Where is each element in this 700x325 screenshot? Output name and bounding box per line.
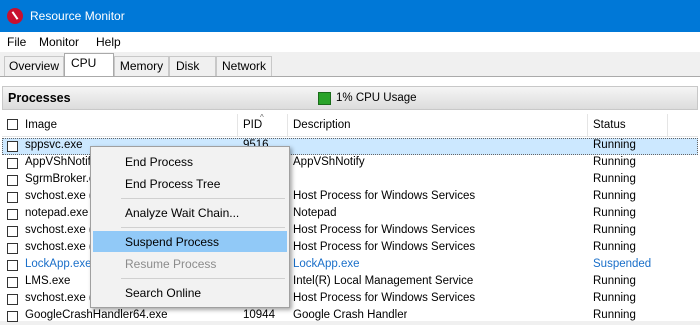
row-checkbox[interactable] <box>7 158 18 169</box>
row-checkbox[interactable] <box>7 277 18 288</box>
column-divider[interactable] <box>667 114 668 136</box>
status-cell: Running <box>593 241 636 253</box>
row-checkbox[interactable] <box>7 260 18 271</box>
column-status[interactable]: Status <box>593 119 626 131</box>
row-checkbox[interactable] <box>7 192 18 203</box>
column-divider[interactable] <box>287 114 288 136</box>
tab-overview[interactable]: Overview <box>4 56 64 76</box>
description-cell: Intel(R) Local Management Service <box>293 275 474 287</box>
image-cell: svchost.exe ( <box>25 190 93 202</box>
row-checkbox[interactable] <box>7 311 18 322</box>
status-cell: Running <box>593 173 636 185</box>
image-cell: svchost.exe ( <box>25 292 93 304</box>
description-cell: Host Process for Windows Services <box>293 241 476 253</box>
row-checkbox[interactable] <box>7 243 18 254</box>
image-cell: GoogleCrashHandler64.exe <box>25 309 168 321</box>
status-cell: Suspended <box>593 258 652 270</box>
image-cell: svchost.exe ( <box>25 241 93 253</box>
column-divider[interactable] <box>237 114 238 136</box>
status-cell: Running <box>593 275 636 287</box>
menu-separator <box>121 198 285 199</box>
status-cell: Running <box>593 309 636 321</box>
image-cell: notepad.exe <box>25 207 89 219</box>
search-online-item[interactable]: Search Online <box>93 282 287 303</box>
image-cell: AppVShNotify <box>25 156 97 168</box>
status-cell: Running <box>593 139 636 151</box>
suspend-process-label: Suspend Process <box>125 235 220 249</box>
row-checkbox[interactable] <box>7 294 18 305</box>
status-cell: Running <box>593 207 636 219</box>
description-cell: AppVShNotify <box>293 156 365 168</box>
analyze-wait-chain-item[interactable]: Analyze Wait Chain... <box>93 202 287 223</box>
image-cell: sppsvc.exe <box>25 139 83 151</box>
menu-monitor[interactable]: Monitor <box>39 35 79 49</box>
pid-cell: 10944 <box>243 309 275 321</box>
row-checkbox[interactable] <box>7 209 18 220</box>
table-row[interactable]: GoogleCrashHandler64.exe 10944 Google Cr… <box>2 308 698 325</box>
menu-bar: File Monitor Help <box>0 32 700 52</box>
context-menu: End Process End Process Tree Analyze Wai… <box>90 146 290 308</box>
tab-strip: Overview CPU Memory Disk Network <box>0 52 700 77</box>
image-cell: SgrmBroker.e <box>25 173 96 185</box>
status-cell: Running <box>593 292 636 304</box>
description-cell: Host Process for Windows Services <box>293 292 476 304</box>
tab-memory[interactable]: Memory <box>114 56 169 76</box>
end-process-tree-item[interactable]: End Process Tree <box>93 173 287 194</box>
suspend-process-item[interactable]: Suspend Process <box>93 231 287 252</box>
resume-process-label: Resume Process <box>125 257 217 271</box>
row-checkbox[interactable] <box>7 226 18 237</box>
end-process-tree-label: End Process Tree <box>125 177 221 191</box>
image-cell: LockApp.exe <box>25 258 92 270</box>
select-all-checkbox[interactable] <box>7 119 18 130</box>
description-cell: Notepad <box>293 207 337 219</box>
analyze-wait-chain-label: Analyze Wait Chain... <box>125 206 240 220</box>
status-cell: Running <box>593 224 636 236</box>
cpu-usage-indicator-icon <box>318 92 331 105</box>
resume-process-item: Resume Process <box>93 253 287 274</box>
menu-separator <box>121 278 285 279</box>
status-cell: Running <box>593 156 636 168</box>
column-description[interactable]: Description <box>293 119 351 131</box>
image-cell: svchost.exe ( <box>25 224 93 236</box>
resource-monitor-icon <box>7 8 23 24</box>
description-cell: Google Crash Handler <box>293 309 408 321</box>
tab-disk[interactable]: Disk <box>169 56 216 76</box>
end-process-label: End Process <box>125 155 194 169</box>
description-cell: Host Process for Windows Services <box>293 190 476 202</box>
search-online-label: Search Online <box>125 286 202 300</box>
processes-title: Processes <box>8 91 71 105</box>
menu-file[interactable]: File <box>7 35 26 49</box>
row-checkbox[interactable] <box>7 141 18 152</box>
row-checkbox[interactable] <box>7 175 18 186</box>
column-header-row: Image ^ PID Description Status <box>2 113 698 137</box>
cpu-usage-label: 1% CPU Usage <box>336 92 417 104</box>
menu-separator <box>121 227 285 228</box>
description-cell: LockApp.exe <box>293 258 360 270</box>
description-cell: Host Process for Windows Services <box>293 224 476 236</box>
column-image[interactable]: Image <box>25 119 57 131</box>
image-cell: LMS.exe <box>25 275 71 287</box>
status-cell: Running <box>593 190 636 202</box>
column-divider[interactable] <box>587 114 588 136</box>
tab-cpu[interactable]: CPU <box>64 53 114 77</box>
menu-help[interactable]: Help <box>96 35 121 49</box>
column-pid[interactable]: PID <box>243 119 262 131</box>
title-bar: Resource Monitor <box>0 0 700 32</box>
window-title: Resource Monitor <box>30 9 125 23</box>
tab-network[interactable]: Network <box>216 56 272 76</box>
end-process-item[interactable]: End Process <box>93 151 287 172</box>
processes-section-header[interactable]: Processes 1% CPU Usage <box>2 86 698 110</box>
